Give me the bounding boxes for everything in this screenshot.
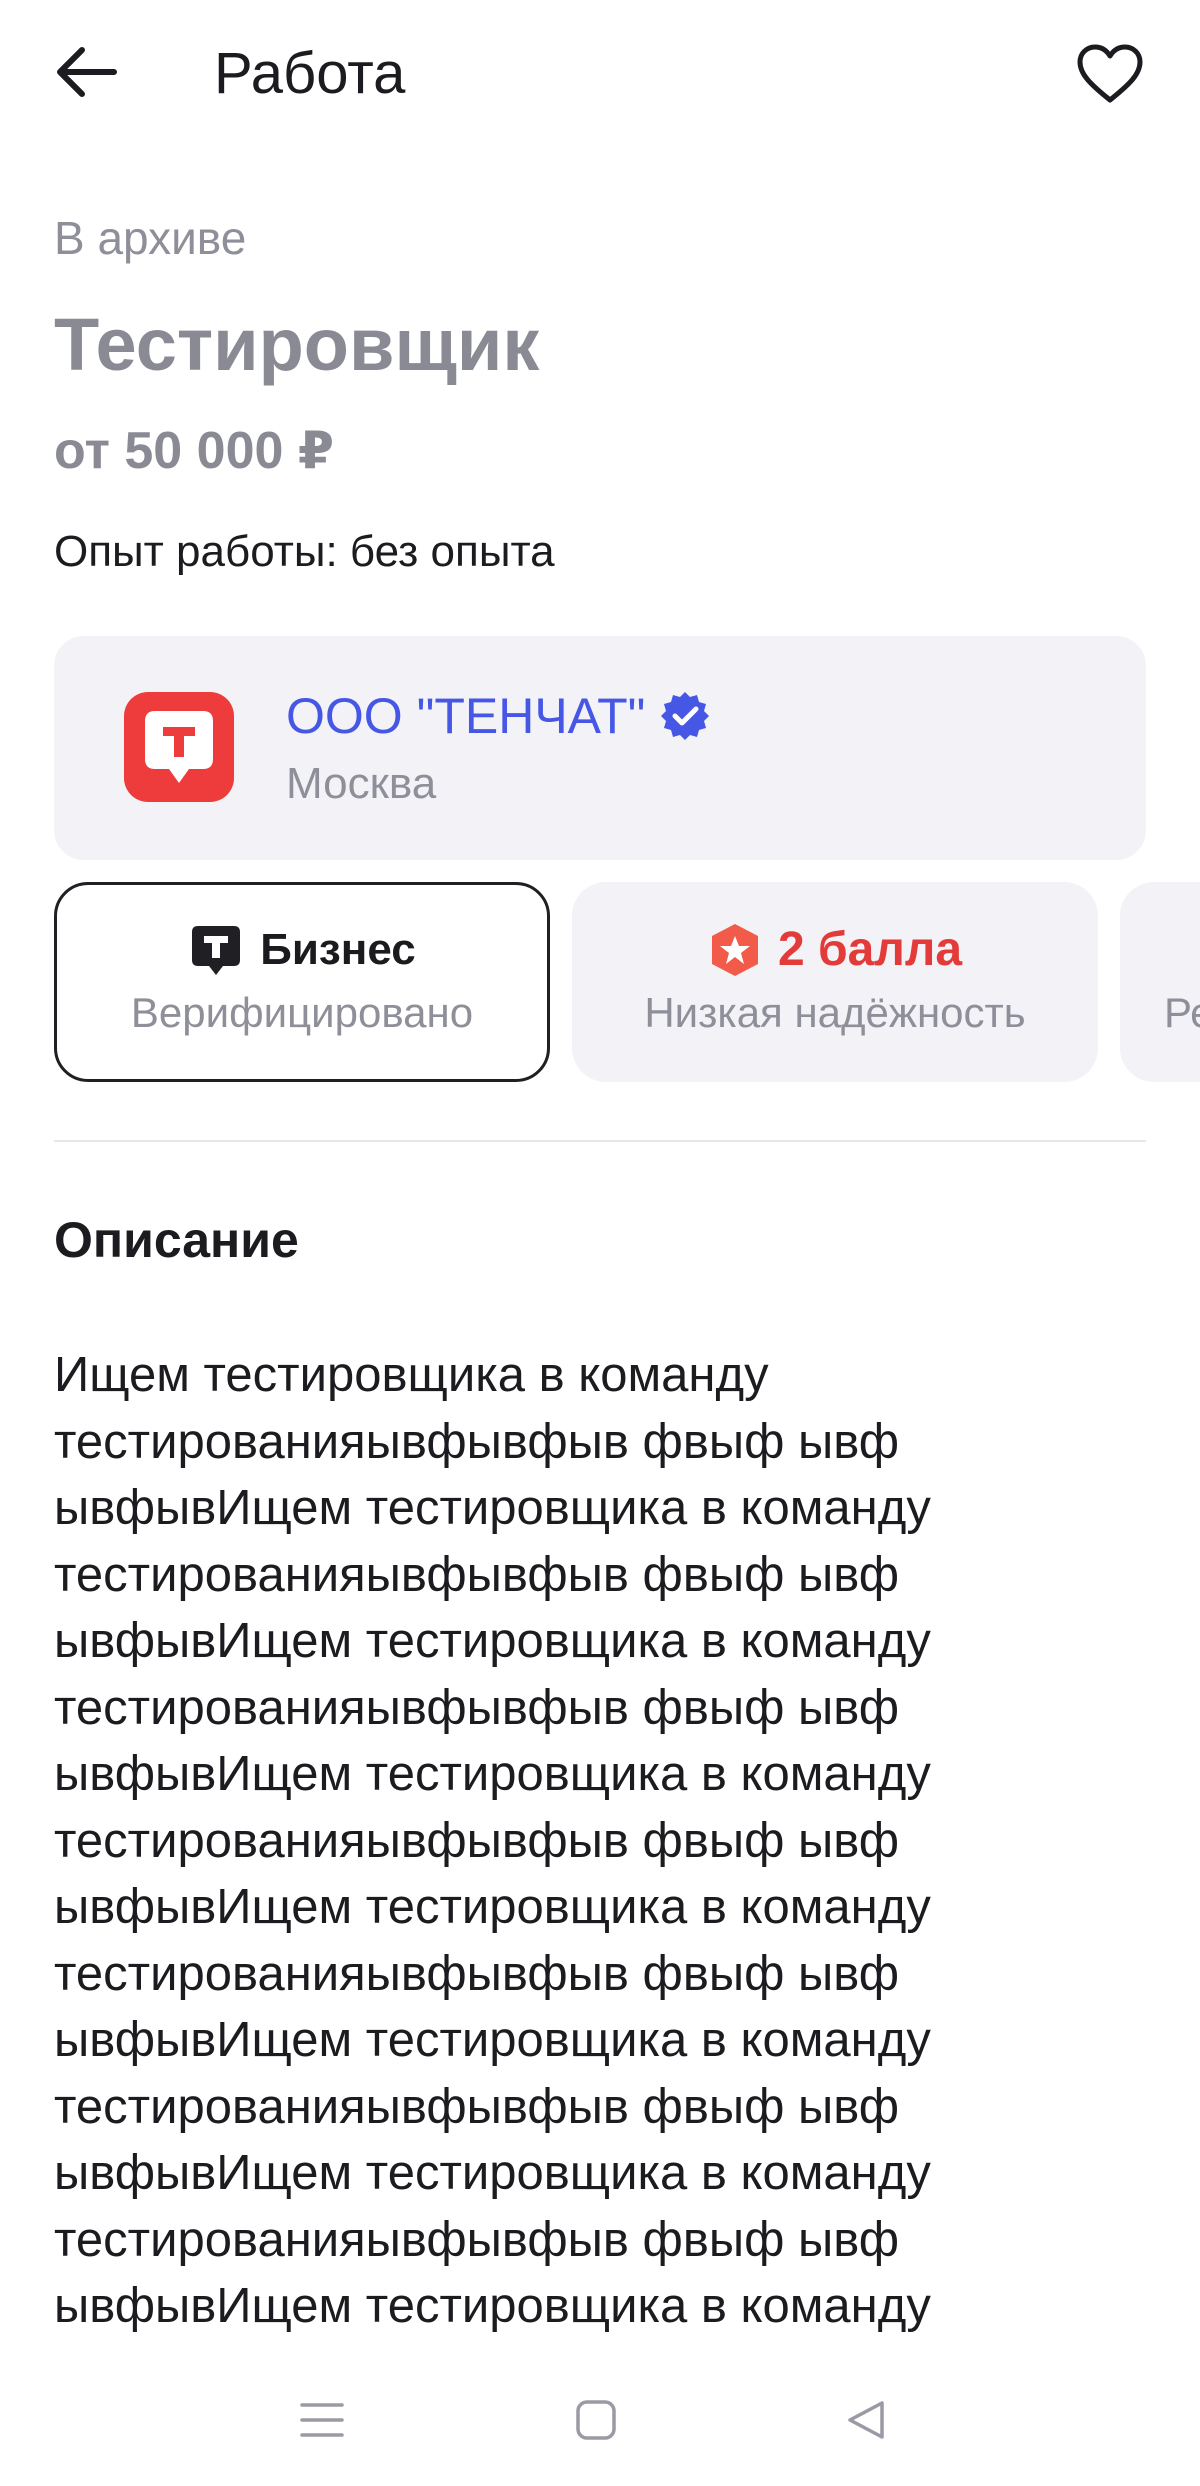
badge-subtitle: Ре [1164, 989, 1200, 1036]
divider [54, 1140, 1146, 1142]
recent-apps-button[interactable] [282, 2390, 362, 2450]
vacancy-status: В архиве [54, 212, 247, 264]
description-heading: Описание [54, 1212, 299, 1268]
badge-title: Бизнес [260, 925, 416, 974]
system-nav-bar [0, 2360, 1200, 2486]
triangle-back-icon [848, 2401, 884, 2439]
verified-badge-icon [661, 692, 710, 740]
menu-lines-icon [300, 2403, 344, 2437]
favorite-button[interactable] [1070, 34, 1150, 114]
app-header: Работа [0, 0, 1200, 150]
shield-star-icon [708, 922, 762, 978]
company-name: ООО "ТЕНЧАТ" [286, 688, 646, 744]
tenchat-business-icon [188, 922, 244, 978]
business-verified-badge[interactable]: Бизнес Верифицировано [54, 882, 550, 1082]
square-home-icon [576, 2400, 616, 2440]
heart-outline-icon [1077, 44, 1143, 103]
vacancy-salary: от 50 000 ₽ [54, 422, 335, 480]
badge-subtitle: Верифицировано [130, 989, 474, 1036]
system-back-button[interactable] [826, 2390, 906, 2450]
badge-title: 2 балла [777, 923, 963, 976]
company-logo [124, 692, 234, 802]
tenchat-logo-icon [145, 711, 213, 783]
badge-subtitle: Низкая надёжность [644, 989, 1026, 1036]
arrow-left-icon [57, 47, 117, 97]
home-button[interactable] [556, 2390, 636, 2450]
company-name-link[interactable]: ООО "ТЕНЧАТ" [286, 684, 711, 748]
description-text: Ищем тестировщика в команду тестирования… [54, 1348, 931, 2333]
rating-badge[interactable]: Ре [1120, 882, 1200, 1082]
vacancy-experience: Опыт работы: без опыта [54, 527, 555, 576]
vacancy-title: Тестировщик [54, 303, 540, 386]
reliability-badge[interactable]: 2 балла Низкая надёжность [572, 882, 1098, 1082]
company-card[interactable]: ООО "ТЕНЧАТ" Москва [54, 636, 1146, 860]
company-city: Москва [286, 759, 437, 808]
page-title: Работа [214, 41, 406, 106]
back-button[interactable] [50, 32, 140, 112]
